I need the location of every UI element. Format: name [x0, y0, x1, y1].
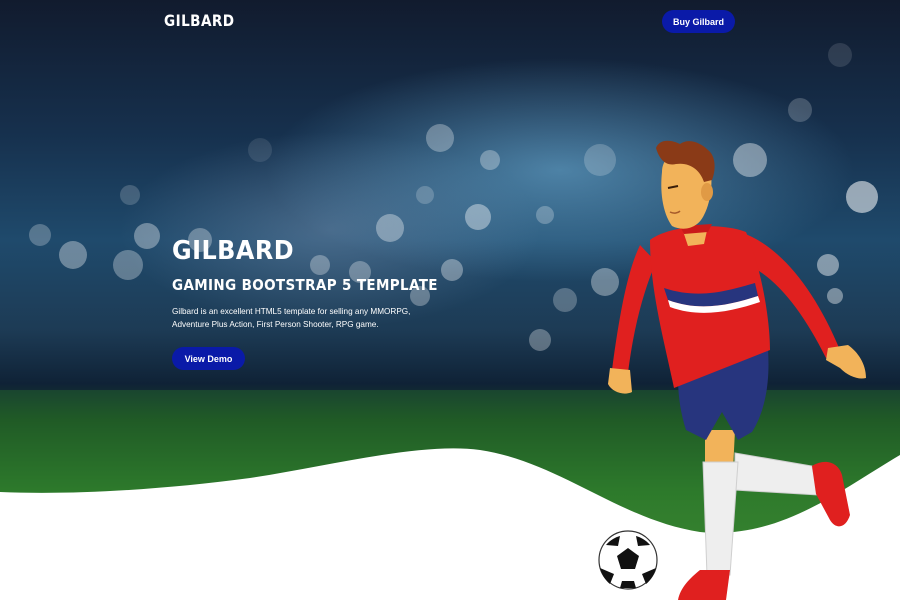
soccer-player-illustration — [598, 140, 866, 600]
hero-section: GILBARD Buy Gilbard GILBARD GAMING BOOTS… — [0, 0, 900, 600]
soccer-ball-icon — [598, 530, 658, 590]
